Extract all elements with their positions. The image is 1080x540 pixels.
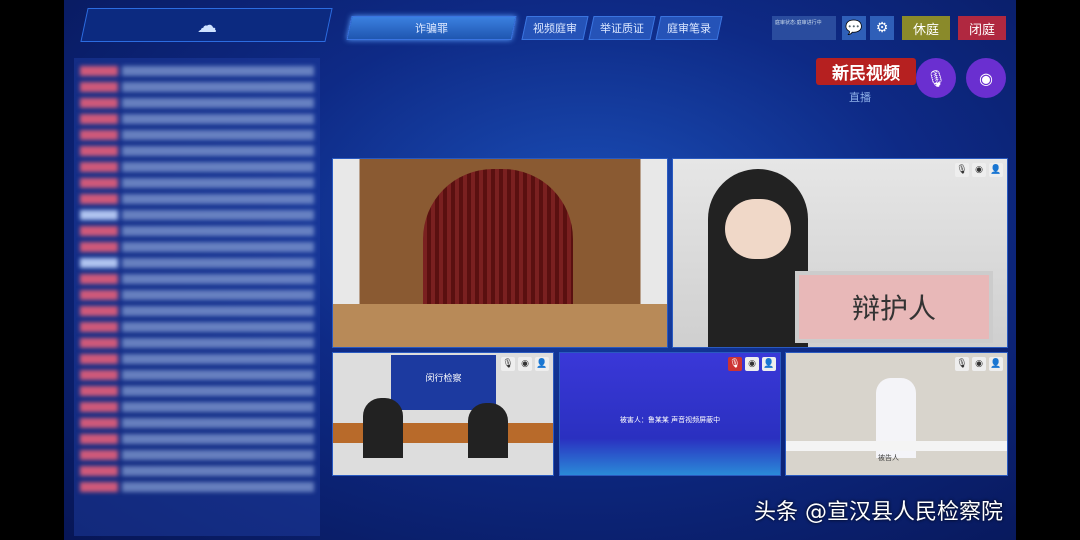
- chat-button[interactable]: 💬: [842, 16, 866, 40]
- user-icon[interactable]: 👤: [989, 357, 1003, 371]
- video-defendant: 被告人 🎙 ◉ 👤: [785, 352, 1008, 476]
- recess-button[interactable]: 休庭: [902, 16, 950, 40]
- watermark: 头条 @宣汉县人民检察院: [754, 500, 1003, 525]
- video-courtroom: [332, 158, 668, 348]
- logo-bar: ☁: [80, 8, 333, 42]
- mic-button[interactable]: 🎙: [916, 58, 956, 98]
- tab-label: 举证质证: [600, 22, 644, 35]
- user-icon[interactable]: 👤: [762, 357, 776, 371]
- mic-muted-icon[interactable]: 🎙: [728, 357, 742, 371]
- live-label: 直播: [849, 91, 871, 104]
- trial-status: 庭审状态:庭审进行中: [772, 16, 836, 40]
- camera-icon[interactable]: ◉: [972, 357, 986, 371]
- user-icon[interactable]: 👤: [535, 357, 549, 371]
- cloud-icon: ☁: [196, 13, 217, 37]
- defendant-sign: 被告人: [878, 454, 899, 462]
- defense-sign: 辩护人: [795, 271, 993, 343]
- tab-label: 诈骗罪: [415, 22, 448, 35]
- camera-icon[interactable]: ◉: [518, 357, 532, 371]
- video-defense: 辩护人 🎙 ◉ 👤: [672, 158, 1008, 348]
- camera-icon[interactable]: ◉: [972, 163, 986, 177]
- victim-muted-text: 被害人：鲁某某 声音视频屏蔽中: [619, 416, 721, 424]
- tab-case[interactable]: 诈骗罪: [346, 16, 517, 40]
- tab-evidence[interactable]: 举证质证: [588, 16, 656, 40]
- tab-label: 视频庭审: [533, 22, 577, 35]
- camera-button[interactable]: ◉: [966, 58, 1006, 98]
- procuratorate-sign: 闵行检察: [391, 355, 496, 410]
- chat-icon: 💬: [845, 20, 863, 36]
- brand-logo: 新民视频: [816, 58, 916, 85]
- tab-video-trial[interactable]: 视频庭审: [521, 16, 589, 40]
- transcript-list: [74, 58, 320, 536]
- close-court-button[interactable]: 闭庭: [958, 16, 1006, 40]
- mic-icon[interactable]: 🎙: [501, 357, 515, 371]
- microphone-icon: 🎙: [925, 68, 947, 88]
- tab-transcript[interactable]: 庭审笔录: [655, 16, 723, 40]
- gear-icon: ⚙: [875, 20, 889, 36]
- court-screen: ☁ 诈骗罪 视频庭审 举证质证 庭审笔录 庭审状态:庭审进行中 💬 ⚙ 休庭 闭…: [64, 0, 1016, 540]
- mic-icon[interactable]: 🎙: [955, 163, 969, 177]
- settings-button[interactable]: ⚙: [870, 16, 894, 40]
- mic-icon[interactable]: 🎙: [955, 357, 969, 371]
- video-procuratorate: 闵行检察 🎙 ◉ 👤: [332, 352, 554, 476]
- video-victim: 被害人：鲁某某 声音视频屏蔽中 🎙 ◉ 👤: [559, 352, 781, 476]
- tab-label: 庭审笔录: [667, 22, 711, 35]
- camera-muted-icon[interactable]: ◉: [745, 357, 759, 371]
- camera-icon: ◉: [979, 68, 993, 88]
- user-icon[interactable]: 👤: [989, 163, 1003, 177]
